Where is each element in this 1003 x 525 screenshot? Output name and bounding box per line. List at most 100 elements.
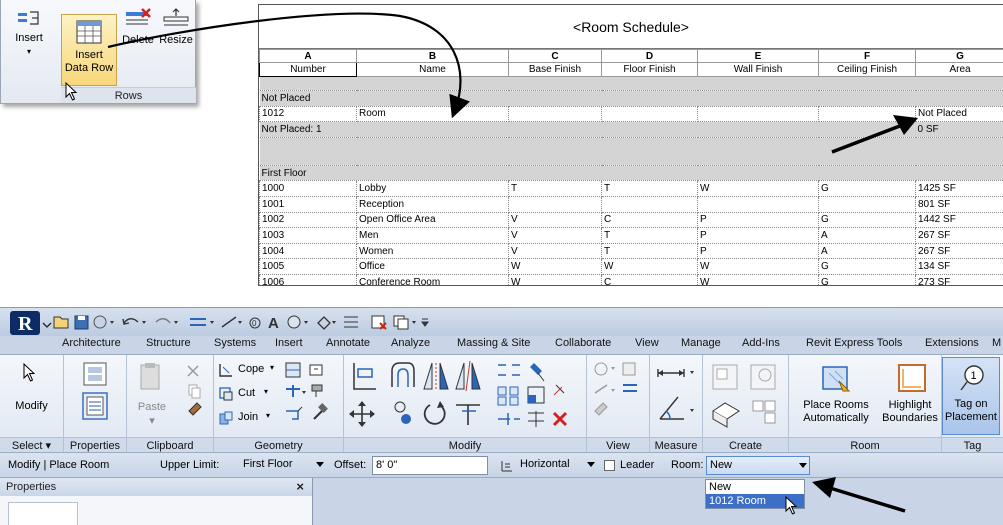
offset-icon[interactable] (391, 362, 415, 387)
column-letter[interactable]: E (697, 49, 819, 63)
3d-view-icon[interactable] (287, 315, 308, 329)
table-cell[interactable]: 1002 (259, 211, 357, 229)
table-cell[interactable]: 1006 (259, 273, 357, 285)
room-option-new[interactable]: New (706, 480, 804, 494)
table-cell[interactable]: G (818, 258, 916, 275)
trim-extend-icon[interactable] (456, 404, 480, 425)
tab-systems[interactable]: Systems (214, 337, 256, 349)
tab-m[interactable]: M (992, 337, 1001, 349)
table-cell[interactable] (601, 105, 698, 123)
table-cell[interactable]: Lobby (356, 180, 509, 197)
table-cell[interactable]: G (818, 273, 916, 285)
modify-tool-button[interactable]: Modify (0, 355, 63, 437)
cope-button[interactable]: Cope ▾ (218, 361, 278, 379)
place-rooms-automatically-button[interactable]: Place Rooms Automatically (793, 357, 879, 437)
tab-collaborate[interactable]: Collaborate (555, 337, 611, 349)
table-row[interactable]: 1002 Open Office Area V C P G 1442 SF (259, 211, 1003, 229)
table-row[interactable]: 1003 Men V T P A 267 SF (259, 227, 1003, 244)
tab-extensions[interactable]: Extensions (925, 337, 979, 349)
wall-joins-icon[interactable] (286, 385, 306, 397)
split-gap-icon[interactable] (498, 413, 520, 425)
switch-windows-icon[interactable] (393, 315, 416, 330)
table-cell[interactable]: 1442 SF (915, 211, 1003, 229)
create-assembly-icon[interactable] (750, 364, 776, 390)
table-cell[interactable]: V (508, 211, 602, 229)
tab-revit-express-tools[interactable]: Revit Express Tools (806, 337, 902, 349)
tab-architecture[interactable]: Architecture (62, 337, 121, 349)
field-header[interactable]: Area (915, 62, 1003, 77)
table-cell[interactable] (508, 105, 602, 123)
table-cell[interactable]: 267 SF (915, 242, 1003, 260)
linework-icon[interactable] (594, 384, 615, 394)
table-cell[interactable]: A (818, 227, 916, 244)
field-header[interactable]: Ceiling Finish (818, 62, 916, 77)
table-cell[interactable]: 1012 (259, 105, 357, 123)
column-letter[interactable]: B (356, 49, 509, 63)
table-cell[interactable]: C (601, 211, 698, 229)
copy-element-icon[interactable] (394, 401, 411, 424)
table-cell[interactable]: 801 SF (915, 195, 1003, 213)
create-group-icon[interactable] (712, 364, 738, 390)
room-select[interactable]: New (706, 456, 810, 475)
properties-tool-button[interactable] (64, 355, 126, 437)
tab-structure[interactable]: Structure (146, 337, 191, 349)
table-cell[interactable]: 1004 (259, 242, 357, 260)
tab-annotate[interactable]: Annotate (326, 337, 370, 349)
table-cell[interactable]: 1425 SF (915, 180, 1003, 197)
table-cell[interactable]: Men (356, 227, 509, 244)
move-icon[interactable] (349, 401, 375, 427)
column-letter[interactable]: G (915, 49, 1003, 63)
rotate-icon[interactable] (423, 401, 446, 425)
table-cell[interactable]: W (697, 273, 819, 285)
table-cell[interactable]: Conference Room (356, 273, 509, 285)
revit-logo-icon[interactable]: R (10, 311, 54, 335)
thin-lines-icon[interactable] (344, 316, 358, 328)
mirror-draw-axis-icon[interactable] (455, 360, 481, 392)
demolish-hammer-icon[interactable] (313, 403, 328, 420)
align-icon[interactable] (353, 363, 376, 390)
paste-icon[interactable] (140, 363, 160, 390)
join-geometry-button[interactable]: Join ▾ (218, 409, 278, 427)
pin-icon[interactable] (530, 363, 545, 382)
table-cell[interactable]: P (697, 227, 819, 244)
table-cell[interactable] (508, 195, 602, 213)
table-cell[interactable] (697, 195, 819, 213)
cut-icon[interactable] (187, 365, 199, 377)
table-cell[interactable]: T (508, 180, 602, 197)
table-cell[interactable]: P (697, 211, 819, 229)
table-row[interactable]: 1001 Reception 801 SF (259, 195, 1003, 213)
table-cell[interactable]: 267 SF (915, 227, 1003, 244)
table-cell[interactable]: W (697, 180, 819, 197)
create-similar-icon[interactable] (752, 400, 776, 424)
column-letter[interactable]: D (601, 49, 698, 63)
copy-icon[interactable] (188, 384, 201, 399)
table-row[interactable]: 1000 Lobby T T W G 1425 SF (259, 180, 1003, 197)
lightbulb-icon[interactable] (594, 362, 615, 376)
array-icon[interactable] (497, 386, 519, 406)
table-row[interactable]: 1006 Conference Room W C W G 273 SF (259, 273, 1003, 285)
table-row[interactable]: 1012 Room Not Placed (259, 105, 1003, 123)
table-cell[interactable]: P (697, 242, 819, 260)
table-cell[interactable]: 1001 (259, 195, 357, 213)
customize-qat-icon[interactable] (421, 318, 429, 327)
demolish-icon[interactable] (311, 384, 323, 397)
upper-limit-select[interactable]: First Floor (240, 456, 326, 475)
tag-on-placement-button[interactable]: 1 Tag on Placement (942, 357, 1000, 435)
tag-icon[interactable]: 0 (249, 317, 261, 329)
table-cell[interactable]: Reception (356, 195, 509, 213)
field-header[interactable]: Name (356, 62, 509, 77)
open-icon[interactable] (53, 316, 69, 329)
table-cell[interactable]: G (818, 211, 916, 229)
split-element-icon[interactable] (498, 364, 520, 376)
tab-view[interactable]: View (635, 337, 659, 349)
override-graphics-icon[interactable] (622, 362, 636, 376)
column-letter[interactable]: F (818, 49, 916, 63)
angular-dimension-icon[interactable] (659, 396, 694, 420)
close-hidden-icon[interactable] (371, 315, 387, 330)
panel-title-select[interactable]: Select ▾ (0, 437, 63, 453)
table-cell[interactable]: Not Placed (915, 105, 1003, 123)
leader-checkbox[interactable] (604, 460, 615, 471)
field-header[interactable]: Base Finish (508, 62, 602, 77)
table-cell[interactable] (818, 105, 916, 123)
table-cell[interactable]: 1003 (259, 227, 357, 244)
